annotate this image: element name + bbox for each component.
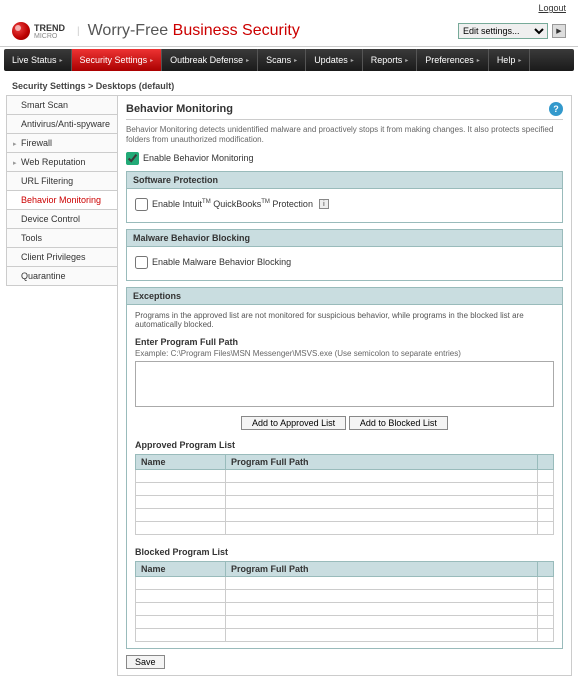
header: TREND MICRO | Worry-Free Business Securi…: [0, 16, 578, 47]
table-row[interactable]: [136, 628, 554, 641]
table-row[interactable]: [136, 589, 554, 602]
sidebar-item-tools[interactable]: Tools: [6, 228, 118, 247]
main-panel: Behavior Monitoring ? Behavior Monitorin…: [117, 95, 572, 676]
table-row[interactable]: [136, 576, 554, 589]
program-path-input[interactable]: [135, 361, 554, 407]
table-row[interactable]: [136, 602, 554, 615]
nav-preferences[interactable]: Preferences▸: [417, 49, 489, 71]
sidebar-item-url-filtering[interactable]: URL Filtering: [6, 171, 118, 190]
sidebar-item-client-privileges[interactable]: Client Privileges: [6, 247, 118, 266]
trend-icon: [12, 22, 30, 40]
table-row[interactable]: [136, 508, 554, 521]
product-title: Worry-Free Business Security: [88, 22, 300, 40]
approved-list-label: Approved Program List: [135, 440, 554, 450]
main-nav: Live Status▸Security Settings▸Outbreak D…: [4, 49, 574, 71]
nav-updates[interactable]: Updates▸: [306, 49, 363, 71]
info-icon[interactable]: i: [319, 199, 329, 209]
nav-scans[interactable]: Scans▸: [258, 49, 306, 71]
add-blocked-button[interactable]: Add to Blocked List: [349, 416, 448, 430]
enable-behavior-monitoring[interactable]: Enable Behavior Monitoring: [126, 152, 563, 165]
malware-blocking-head: Malware Behavior Blocking: [126, 229, 563, 247]
brand-text: TREND: [34, 23, 65, 33]
table-row[interactable]: [136, 495, 554, 508]
exceptions-head: Exceptions: [126, 287, 563, 305]
sidebar-item-firewall[interactable]: ▸Firewall: [6, 133, 118, 152]
nav-live-status[interactable]: Live Status▸: [4, 49, 72, 71]
malware-checkbox[interactable]: [135, 256, 148, 269]
brand-logo: TREND MICRO: [12, 22, 65, 40]
nav-help[interactable]: Help▸: [489, 49, 531, 71]
edit-settings-select[interactable]: Edit settings...: [458, 23, 548, 39]
nav-outbreak-defense[interactable]: Outbreak Defense▸: [162, 49, 258, 71]
sidebar-item-quarantine[interactable]: Quarantine: [6, 266, 118, 286]
table-row[interactable]: [136, 469, 554, 482]
enable-checkbox[interactable]: [126, 152, 139, 165]
approved-table: NameProgram Full Path: [135, 454, 554, 535]
sidebar-item-web-reputation[interactable]: ▸Web Reputation: [6, 152, 118, 171]
page-desc: Behavior Monitoring detects unidentified…: [126, 125, 563, 146]
quickbooks-checkbox[interactable]: [135, 198, 148, 211]
sidebar-item-antivirus-anti-spyware[interactable]: Antivirus/Anti-spyware: [6, 114, 118, 133]
enable-quickbooks-protection[interactable]: Enable IntuitTM QuickBooksTM Protection …: [135, 198, 554, 211]
software-protection-head: Software Protection: [126, 171, 563, 189]
add-approved-button[interactable]: Add to Approved List: [241, 416, 346, 430]
help-icon[interactable]: ?: [549, 102, 563, 116]
blocked-list-label: Blocked Program List: [135, 547, 554, 557]
page-title: Behavior Monitoring: [126, 103, 233, 115]
brand-sub: MICRO: [34, 33, 65, 40]
nav-security-settings[interactable]: Security Settings▸: [72, 49, 163, 71]
nav-reports[interactable]: Reports▸: [363, 49, 418, 71]
sidebar-item-device-control[interactable]: Device Control: [6, 209, 118, 228]
save-button[interactable]: Save: [126, 655, 165, 669]
path-label: Enter Program Full Path: [135, 337, 554, 347]
logout-link[interactable]: Logout: [538, 3, 566, 13]
table-row[interactable]: [136, 615, 554, 628]
sidebar-item-behavior-monitoring[interactable]: Behavior Monitoring: [6, 190, 118, 209]
table-row[interactable]: [136, 482, 554, 495]
exceptions-desc: Programs in the approved list are not mo…: [135, 311, 554, 329]
breadcrumb: Security Settings > Desktops (default): [0, 73, 578, 95]
blocked-table: NameProgram Full Path: [135, 561, 554, 642]
enable-malware-blocking[interactable]: Enable Malware Behavior Blocking: [135, 256, 554, 269]
sidebar: Smart ScanAntivirus/Anti-spyware▸Firewal…: [6, 95, 118, 676]
go-button[interactable]: ▶: [552, 24, 566, 38]
sidebar-item-smart-scan[interactable]: Smart Scan: [6, 95, 118, 114]
table-row[interactable]: [136, 521, 554, 534]
path-example: Example: C:\Program Files\MSN Messenger\…: [135, 349, 554, 358]
